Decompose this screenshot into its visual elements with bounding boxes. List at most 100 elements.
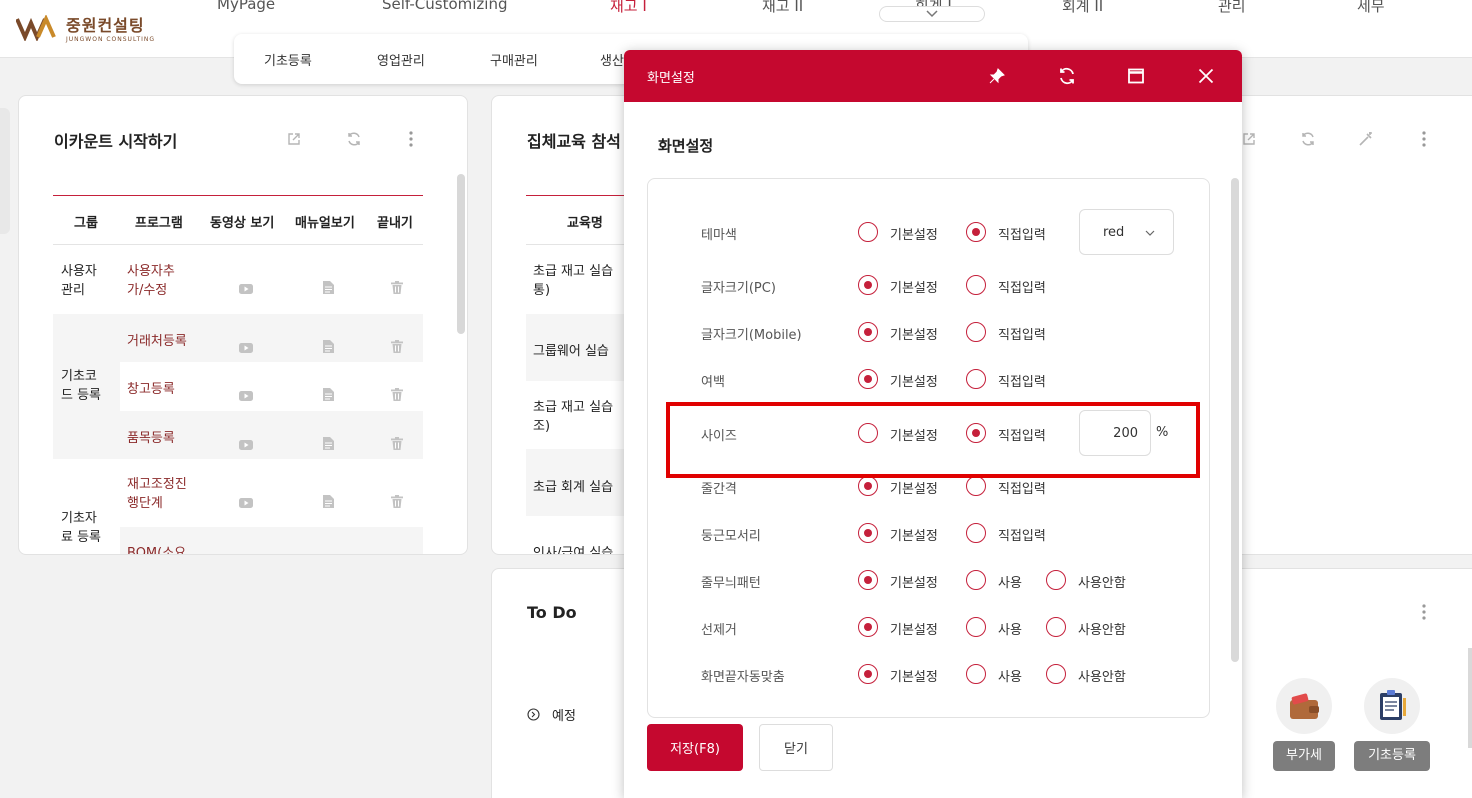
radio-option-label[interactable]: 기본설정 xyxy=(890,371,938,390)
radio-option[interactable] xyxy=(858,369,878,389)
external-link-icon[interactable] xyxy=(287,132,301,146)
course-row[interactable]: 인사/급여 실습 xyxy=(533,542,613,554)
document-icon[interactable] xyxy=(323,435,334,454)
course-row[interactable]: 초급 재고 실습 통) xyxy=(533,262,613,300)
radio-option-label[interactable]: 사용 xyxy=(998,619,1022,638)
trash-icon[interactable] xyxy=(391,435,403,454)
course-row[interactable]: 초급 재고 실습 조) xyxy=(533,398,613,436)
page-scrollbar[interactable] xyxy=(1468,648,1472,748)
radio-option[interactable] xyxy=(858,275,878,295)
radio-option[interactable] xyxy=(1046,617,1066,637)
document-icon[interactable] xyxy=(323,338,334,357)
radio-option-label[interactable]: 기본설정 xyxy=(890,619,938,638)
document-icon[interactable] xyxy=(323,493,334,512)
nav-inventory-1[interactable]: 재고 I xyxy=(610,0,647,16)
radio-option-label[interactable]: 직접입력 xyxy=(998,324,1046,343)
nav-inventory-2[interactable]: 재고 II xyxy=(762,0,803,16)
nav-mypage[interactable]: MyPage xyxy=(217,0,275,13)
external-link-icon[interactable] xyxy=(1242,132,1256,146)
radio-option-label[interactable]: 사용안함 xyxy=(1078,666,1126,685)
radio-option[interactable] xyxy=(858,322,878,342)
radio-option-label[interactable]: 기본설정 xyxy=(890,478,938,497)
more-vertical-icon[interactable] xyxy=(1421,603,1427,621)
nav-self-customizing[interactable]: Self-Customizing xyxy=(382,0,508,13)
refresh-icon[interactable] xyxy=(1057,66,1077,86)
radio-option-label[interactable]: 기본설정 xyxy=(890,525,938,544)
radio-option-label[interactable]: 기본설정 xyxy=(890,324,938,343)
refresh-icon[interactable] xyxy=(346,131,362,147)
radio-option[interactable] xyxy=(858,523,878,543)
todo-scheduled[interactable]: 예정 xyxy=(552,705,576,724)
nav-admin[interactable]: 관리 xyxy=(1218,0,1246,16)
radio-option[interactable] xyxy=(858,617,878,637)
nav-tax[interactable]: 세무 xyxy=(1357,0,1385,16)
radio-option-label[interactable]: 기본설정 xyxy=(890,666,938,685)
program-warehouse[interactable]: 창고등록 xyxy=(127,378,175,397)
document-icon[interactable] xyxy=(323,386,334,405)
video-icon[interactable] xyxy=(239,279,253,298)
more-vertical-icon[interactable] xyxy=(408,130,414,148)
radio-option[interactable] xyxy=(966,222,986,242)
radio-option-label[interactable]: 사용 xyxy=(998,666,1022,685)
course-row[interactable]: 초급 회계 실습 xyxy=(533,476,613,495)
radio-option-label[interactable]: 직접입력 xyxy=(998,525,1046,544)
nav-accounting-2[interactable]: 회계 II xyxy=(1062,0,1103,16)
radio-option[interactable] xyxy=(858,222,878,242)
program-bom[interactable]: BOM(소요 xyxy=(127,542,186,554)
subnav-basic-registration[interactable]: 기초등록 xyxy=(264,50,312,69)
pin-icon[interactable] xyxy=(987,66,1007,86)
chevron-right-circle-icon[interactable] xyxy=(527,708,540,721)
video-icon[interactable] xyxy=(239,435,253,454)
radio-option-label[interactable]: 사용안함 xyxy=(1078,572,1126,591)
radio-option[interactable] xyxy=(966,523,986,543)
video-icon[interactable] xyxy=(239,493,253,512)
menu-collapse-toggle[interactable] xyxy=(879,6,985,22)
trash-icon[interactable] xyxy=(391,338,403,357)
video-icon[interactable] xyxy=(239,338,253,357)
more-vertical-icon[interactable] xyxy=(1421,130,1427,148)
radio-option[interactable] xyxy=(1046,570,1066,590)
save-button[interactable]: 저장(F8) xyxy=(647,724,743,771)
radio-option[interactable] xyxy=(966,664,986,684)
radio-option[interactable] xyxy=(966,275,986,295)
theme-color-select[interactable]: red xyxy=(1079,209,1174,255)
program-item[interactable]: 품목등록 xyxy=(127,427,175,446)
radio-option[interactable] xyxy=(966,570,986,590)
radio-option[interactable] xyxy=(966,476,986,496)
radio-option-label[interactable]: 사용안함 xyxy=(1078,619,1126,638)
start-card-scrollbar[interactable] xyxy=(457,174,465,334)
radio-option-label[interactable]: 기본설정 xyxy=(890,277,938,296)
course-row[interactable]: 그룹웨어 실습 xyxy=(533,340,609,359)
document-icon[interactable] xyxy=(323,279,334,298)
trash-icon[interactable] xyxy=(391,279,403,298)
subnav-purchase[interactable]: 구매관리 xyxy=(490,50,538,69)
radio-option-label[interactable]: 직접입력 xyxy=(998,277,1046,296)
company-logo[interactable]: 중원컨설팅 JUNGWON CONSULTING xyxy=(15,12,155,43)
left-edge-panel[interactable] xyxy=(0,108,10,234)
close-button[interactable]: 닫기 xyxy=(759,724,833,771)
radio-option-label[interactable]: 기본설정 xyxy=(890,572,938,591)
program-user-add[interactable]: 사용자추 가/수정 xyxy=(127,262,175,300)
radio-option[interactable] xyxy=(1046,664,1066,684)
radio-option-label[interactable]: 직접입력 xyxy=(998,371,1046,390)
radio-option-label[interactable]: 사용 xyxy=(998,572,1022,591)
radio-option-label[interactable]: 기본설정 xyxy=(890,224,938,243)
edit-wand-icon[interactable] xyxy=(1358,131,1374,147)
radio-option[interactable] xyxy=(966,369,986,389)
radio-option-label[interactable]: 직접입력 xyxy=(998,224,1046,243)
quick-link-basic-registration[interactable]: 기초등록 xyxy=(1354,678,1430,771)
radio-option[interactable] xyxy=(858,476,878,496)
subnav-production[interactable]: 생산 xyxy=(600,50,624,69)
program-customer[interactable]: 거래처등록 xyxy=(127,330,187,349)
trash-icon[interactable] xyxy=(391,386,403,405)
quick-link-vat[interactable]: 부가세 xyxy=(1273,678,1335,771)
program-stock-adjust[interactable]: 재고조정진 행단계 xyxy=(127,475,187,513)
radio-option-label[interactable]: 직접입력 xyxy=(998,478,1046,497)
subnav-sales[interactable]: 영업관리 xyxy=(377,50,425,69)
video-icon[interactable] xyxy=(239,386,253,405)
trash-icon[interactable] xyxy=(391,493,403,512)
modal-scrollbar[interactable] xyxy=(1231,178,1239,662)
radio-option[interactable] xyxy=(858,664,878,684)
radio-option[interactable] xyxy=(966,322,986,342)
radio-option[interactable] xyxy=(858,570,878,590)
